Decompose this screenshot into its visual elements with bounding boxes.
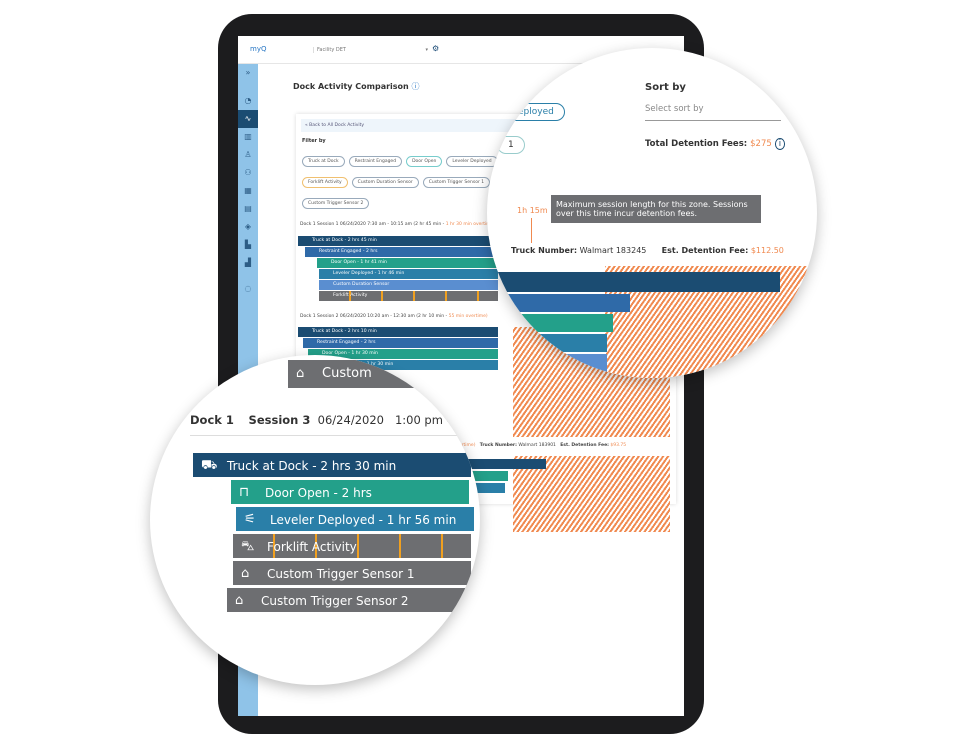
gantt-bar[interactable]: ⌂ Custom: [288, 360, 480, 388]
gantt-bar[interactable]: ⌂ Custom Trigger Sensor 2: [226, 587, 466, 613]
leveler-icon: ⚟: [244, 512, 256, 527]
time-limit-label: 1h 15m: [517, 206, 548, 215]
filter-chip[interactable]: Truck at Dock: [302, 156, 345, 167]
gantt-bar[interactable]: Truck at Dock - 2 hrs 45 min: [298, 236, 498, 246]
session-header: Dock 1 Session 3 06/24/2020 1:00 pm -: [190, 413, 480, 436]
truck-info: Truck Number: Walmart 183245 Est. Detent…: [511, 246, 784, 255]
gantt-bar[interactable]: [487, 314, 613, 332]
filter-chip[interactable]: eployed: [507, 103, 565, 121]
time-limit-line: [531, 218, 532, 243]
gantt-bar[interactable]: [487, 294, 630, 312]
session-header: Dock 1 Session 1 06/24/2020 7:30 am - 10…: [300, 222, 496, 227]
gantt-bar[interactable]: ⊓ Door Open - 2 hrs: [230, 479, 470, 505]
gantt-bar[interactable]: Custom Duration Sensor: [319, 280, 498, 290]
building-icon[interactable]: ▥: [238, 128, 258, 146]
facility-value: Facility DET: [317, 47, 346, 53]
expand-icon[interactable]: »: [238, 64, 258, 82]
session-header: Dock 1 Session 2 06/24/2020 10:20 am - 1…: [300, 314, 488, 319]
garage-icon: ⌂: [235, 593, 244, 608]
gantt-bar[interactable]: ⛍ Forklift Activity: [232, 533, 472, 559]
users-icon[interactable]: ⚇: [238, 164, 258, 182]
info-icon[interactable]: i: [774, 138, 786, 150]
filter-chip[interactable]: Forklift Activity: [302, 177, 348, 188]
zoom-detail-session: ⌂ Custom Dock 1 Session 3 06/24/2020 1:00…: [150, 355, 480, 685]
user-icon[interactable]: ♙: [238, 146, 258, 164]
chat-icon[interactable]: ◌: [238, 280, 258, 298]
filter-chip[interactable]: Restraint Engaged: [348, 156, 403, 167]
filter-chip[interactable]: Door Open: [406, 156, 443, 167]
dashboard-icon[interactable]: ◔: [238, 92, 258, 110]
total-detention-fees: Total Detention Fees: $275 i: [645, 138, 786, 150]
forklift-icon: ⛍: [241, 539, 255, 554]
filter-chips: Truck at Dock Restraint Engaged Door Open L…: [300, 147, 500, 210]
chart-icon[interactable]: ▙: [238, 236, 258, 254]
filter-chip[interactable]: Custom Trigger Sensor 1: [422, 177, 491, 188]
garage-icon: ⌂: [241, 566, 250, 581]
facility-select[interactable]: Facility DET ▾: [313, 47, 428, 53]
page-title: Dock Activity Comparison ⓘ: [293, 82, 420, 91]
filter-chip[interactable]: Leveler Deployed: [446, 156, 498, 167]
gantt-bar[interactable]: Forklift Activity: [319, 291, 498, 301]
gantt-bar[interactable]: Truck at Dock - 2 hrs 10 min: [298, 327, 498, 337]
chevron-down-icon: ▾: [425, 47, 428, 53]
logo: myQ: [250, 45, 267, 53]
gantt-bar[interactable]: [487, 354, 607, 372]
tag-icon[interactable]: ◈: [238, 218, 258, 236]
gantt-bar[interactable]: [487, 334, 607, 352]
gantt-bar[interactable]: ⚟ Leveler Deployed - 1 hr 56 min: [235, 506, 475, 532]
garage-icon: ⌂: [296, 366, 305, 381]
gantt-bar[interactable]: ⌂ Custom Trigger Sensor 1: [232, 560, 472, 586]
gantt-bar[interactable]: Leveler Deployed - 1 hr 46 min: [319, 269, 498, 279]
filter-chip[interactable]: Custom Trigger Sensor 2: [302, 198, 370, 209]
filter-chip[interactable]: 1: [497, 136, 525, 154]
activity-icon[interactable]: ∿: [238, 110, 258, 128]
zoom-detail-sort: eployed 1 Sort by Select sort by Total D…: [487, 48, 817, 378]
tooltip: Maximum session length for this zone. Se…: [551, 195, 761, 223]
gantt-bar[interactable]: Restraint Engaged - 2 hrs: [303, 338, 498, 348]
sort-label: Sort by: [645, 82, 686, 93]
gantt-bar[interactable]: [487, 272, 780, 292]
calendar-icon[interactable]: ▦: [238, 182, 258, 200]
gear-icon[interactable]: ⚙: [432, 44, 439, 53]
truck-icon: ⛟: [201, 458, 218, 473]
dock-icon[interactable]: ▤: [238, 200, 258, 218]
gantt-bar[interactable]: Restraint Engaged - 2 hrs: [305, 247, 498, 257]
sort-select[interactable]: Select sort by: [645, 104, 781, 121]
report-icon[interactable]: ▟: [238, 254, 258, 272]
door-icon: ⊓: [239, 485, 250, 500]
filter-chip[interactable]: Custom Duration Sensor: [351, 177, 419, 188]
gantt-bar[interactable]: ⛟ Truck at Dock - 2 hrs 30 min: [192, 452, 472, 478]
help-icon[interactable]: ⓘ: [412, 82, 420, 91]
gantt-bar[interactable]: Door Open - 1 hr 41 min: [317, 258, 498, 268]
